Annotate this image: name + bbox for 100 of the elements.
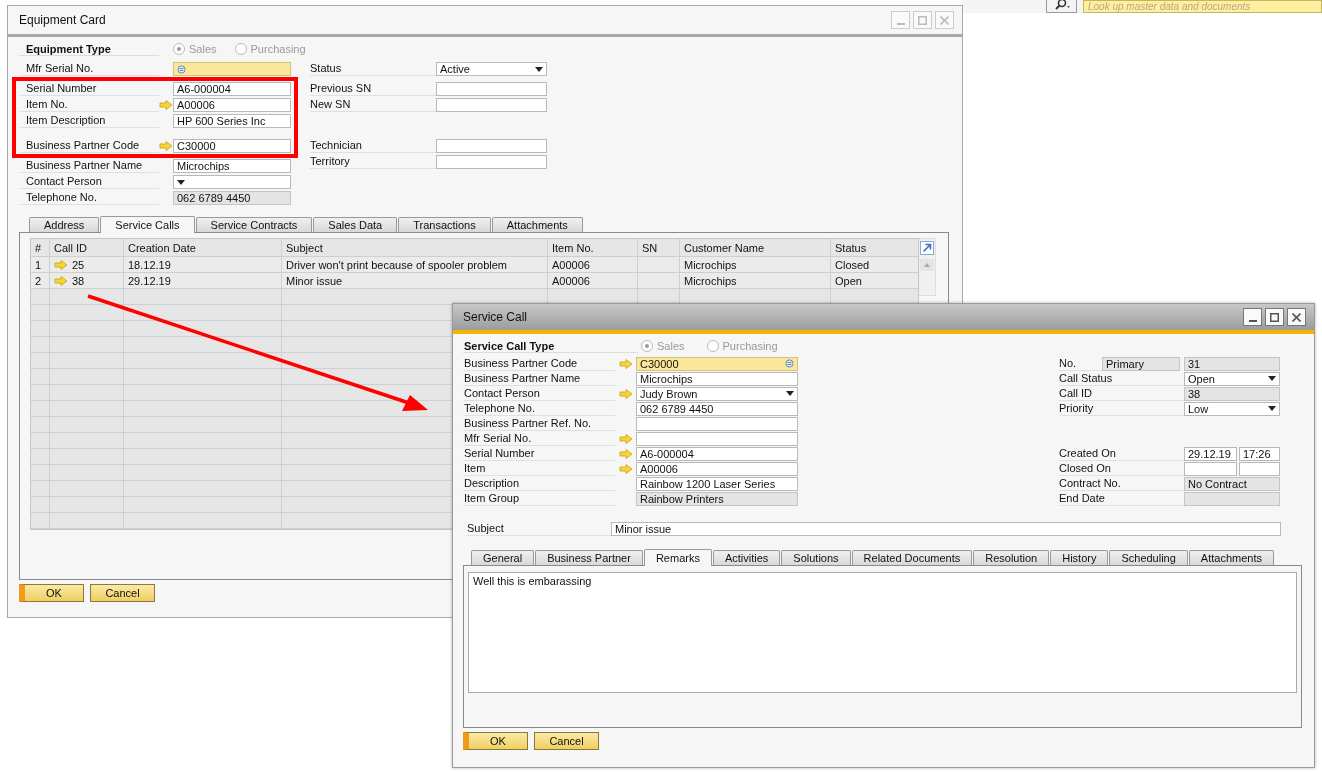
table-cell: A00006 bbox=[552, 274, 590, 287]
tab[interactable]: Activities bbox=[712, 550, 781, 565]
column-header: Item No. bbox=[548, 239, 638, 256]
field-label: Created On bbox=[1059, 446, 1184, 461]
readonly-field: No Contract bbox=[1184, 476, 1280, 491]
text-field[interactable]: A00006 bbox=[173, 98, 291, 112]
scrollbar[interactable] bbox=[919, 238, 936, 296]
lookup-field[interactable] bbox=[173, 62, 291, 76]
table-cell: 2 bbox=[35, 274, 42, 287]
table-cell: Microchips bbox=[684, 258, 737, 271]
field-label: Contract No. bbox=[1059, 476, 1184, 491]
tab[interactable]: Related Documents bbox=[851, 550, 973, 565]
text-field[interactable]: 062 6789 4450 bbox=[636, 401, 798, 416]
readonly-field: 38 bbox=[1184, 386, 1280, 401]
text-field[interactable]: 17:26 bbox=[1239, 446, 1280, 461]
field-label: New SN bbox=[310, 98, 436, 112]
field-label: Serial Number bbox=[19, 82, 159, 96]
caret-icon bbox=[1268, 376, 1276, 381]
text-field[interactable] bbox=[436, 82, 547, 96]
link-arrow-icon[interactable] bbox=[159, 100, 173, 110]
dropdown-field[interactable]: Active bbox=[436, 62, 547, 76]
tab[interactable]: Service Contracts bbox=[195, 217, 313, 232]
link-arrow-icon[interactable] bbox=[54, 259, 68, 270]
text-field[interactable]: C30000 bbox=[173, 139, 291, 153]
search-button[interactable] bbox=[1046, 0, 1077, 13]
tab[interactable]: Transactions bbox=[398, 217, 491, 232]
field-label: Item bbox=[463, 461, 615, 476]
field-label: Previous SN bbox=[310, 82, 436, 96]
dropdown-field[interactable]: Open bbox=[1184, 371, 1280, 386]
window-title: Service Call bbox=[463, 310, 528, 324]
text-field[interactable] bbox=[636, 416, 798, 431]
text-field[interactable]: Microchips bbox=[173, 159, 291, 173]
field-label: Serial Number bbox=[463, 446, 615, 461]
tab[interactable]: Attachments bbox=[491, 217, 583, 232]
link-arrow-icon[interactable] bbox=[618, 388, 633, 399]
dialog-button[interactable]: Cancel bbox=[534, 732, 599, 750]
subject-field[interactable]: Minor issue bbox=[611, 521, 1281, 536]
search-field[interactable]: Look up master data and documents bbox=[1083, 0, 1322, 13]
link-arrow-icon[interactable] bbox=[618, 463, 633, 474]
caret-icon bbox=[535, 66, 543, 72]
remarks-field[interactable]: Well this is embarassing bbox=[468, 572, 1297, 693]
tab[interactable]: Service Calls bbox=[100, 216, 195, 233]
tab[interactable]: Remarks bbox=[643, 549, 712, 566]
link-arrow-icon[interactable] bbox=[618, 448, 633, 459]
tab[interactable]: History bbox=[1050, 550, 1109, 565]
link-arrow-icon[interactable] bbox=[618, 358, 633, 369]
dialog-button[interactable]: OK bbox=[463, 732, 528, 750]
text-field[interactable] bbox=[1239, 461, 1280, 476]
tab[interactable]: Business Partner bbox=[535, 550, 643, 565]
dialog-button[interactable]: Cancel bbox=[90, 584, 155, 602]
expand-icon[interactable] bbox=[920, 241, 934, 255]
text-field[interactable]: Rainbow 1200 Laser Series bbox=[636, 476, 798, 491]
close-icon bbox=[1292, 312, 1301, 322]
field-label: Business Partner Name bbox=[463, 371, 615, 386]
text-field[interactable] bbox=[436, 139, 547, 153]
text-field[interactable]: A6-000004 bbox=[173, 82, 291, 96]
text-field[interactable] bbox=[436, 98, 547, 112]
text-field[interactable]: HP 600 Series Inc bbox=[173, 114, 291, 128]
text-field[interactable]: A6-000004 bbox=[636, 446, 798, 461]
table-cell: Driver won't print because of spooler problem bbox=[286, 258, 507, 271]
table-cell: Microchips bbox=[684, 274, 737, 287]
tab[interactable]: Sales Data bbox=[313, 217, 398, 232]
tab[interactable]: Attachments bbox=[1188, 550, 1274, 565]
tab[interactable]: Resolution bbox=[973, 550, 1050, 565]
text-field[interactable] bbox=[436, 155, 547, 169]
dialog-button[interactable]: OK bbox=[19, 584, 84, 602]
tab[interactable]: General bbox=[471, 550, 535, 565]
caret-icon bbox=[1268, 406, 1276, 411]
field-label: Item Description bbox=[19, 114, 159, 128]
text-field[interactable] bbox=[1184, 461, 1237, 476]
link-arrow-icon[interactable] bbox=[159, 141, 173, 151]
column-header: Status bbox=[834, 240, 868, 256]
minimize-button[interactable] bbox=[1243, 308, 1262, 326]
text-field[interactable]: 29.12.19 bbox=[1184, 446, 1237, 461]
table-cell: 1 bbox=[35, 258, 42, 271]
table-cell: Closed bbox=[835, 258, 870, 271]
dropdown-field[interactable]: Judy Brown bbox=[636, 386, 798, 401]
caret-icon bbox=[177, 179, 185, 185]
link-arrow-icon[interactable] bbox=[54, 275, 68, 286]
dropdown-field[interactable]: Low bbox=[1184, 401, 1280, 416]
lookup-icon bbox=[785, 359, 794, 368]
table-cell: 18.12.19 bbox=[128, 258, 171, 271]
field-label: Business Partner Name bbox=[19, 159, 159, 173]
tab[interactable]: Solutions bbox=[781, 550, 851, 565]
minimize-icon bbox=[896, 23, 905, 25]
tab[interactable]: Scheduling bbox=[1109, 550, 1188, 565]
lookup-field[interactable]: C30000 bbox=[636, 356, 798, 371]
text-field[interactable]: A00006 bbox=[636, 461, 798, 476]
link-arrow-icon[interactable] bbox=[618, 433, 633, 444]
tab[interactable]: Address bbox=[29, 217, 100, 232]
maximize-button[interactable] bbox=[1265, 308, 1284, 326]
column-header: Call ID bbox=[50, 239, 124, 256]
field-label: Status bbox=[310, 62, 436, 76]
field-label: Mfr Serial No. bbox=[463, 431, 615, 446]
type-label: Service Call Type bbox=[463, 339, 638, 353]
text-field[interactable]: Microchips bbox=[636, 371, 798, 386]
text-field[interactable] bbox=[636, 431, 798, 446]
dropdown-field[interactable] bbox=[173, 175, 291, 189]
close-button[interactable] bbox=[1287, 308, 1306, 326]
field-label: Business Partner Code bbox=[19, 139, 159, 153]
